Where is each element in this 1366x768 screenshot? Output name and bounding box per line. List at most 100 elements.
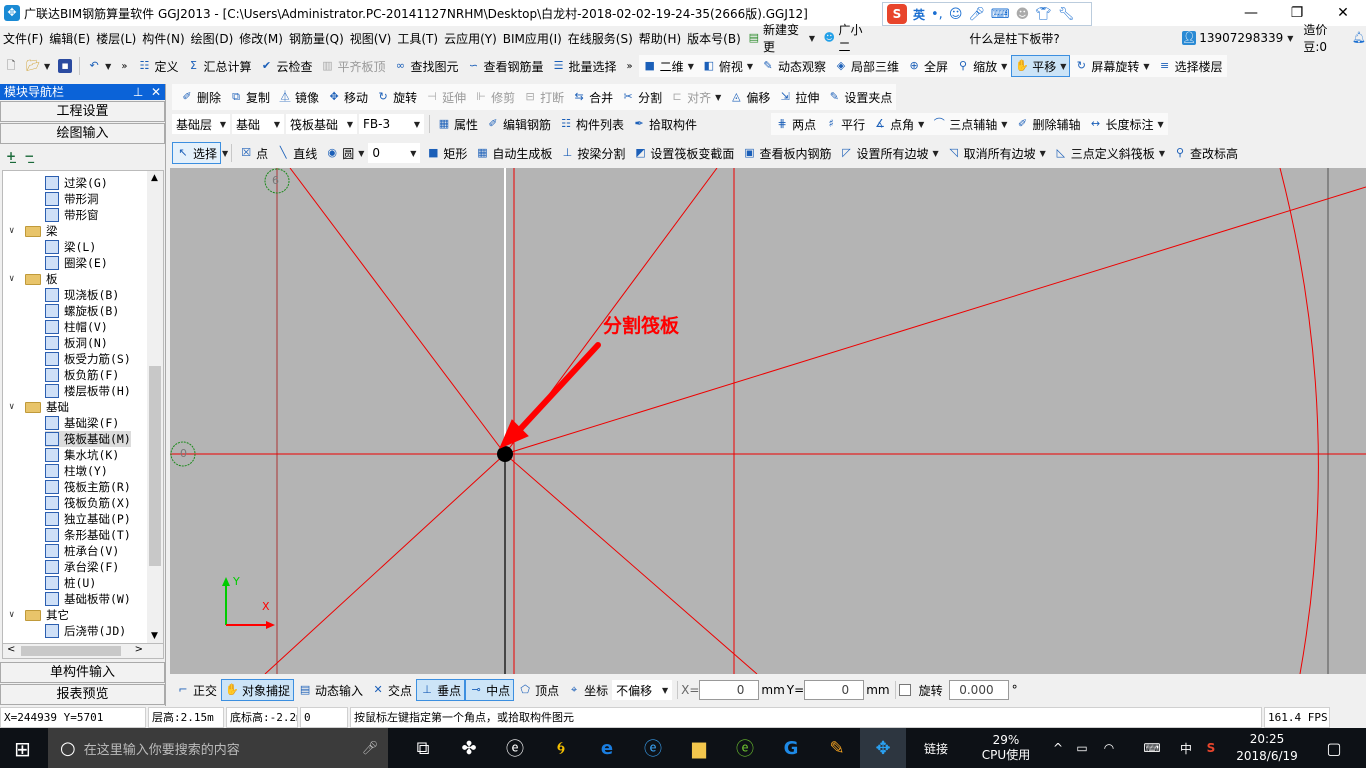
break-button[interactable]: ⊟ 打断 — [519, 86, 568, 108]
drawing-canvas[interactable]: 6 0 分割筏板 Y X — [170, 168, 1366, 674]
orbit-button[interactable]: ✎ 动态观察 — [757, 55, 830, 77]
tree-item[interactable]: 板洞(N) — [45, 335, 108, 351]
notes-app-icon[interactable]: ✎ — [814, 728, 860, 768]
minimize-button[interactable]: — — [1228, 0, 1274, 26]
tree-item[interactable]: 集水坑(K) — [45, 447, 119, 463]
keyboard-icon[interactable]: ⌨ — [991, 7, 1010, 22]
menu-item[interactable]: 在线服务(S) — [565, 30, 636, 47]
menu-item[interactable]: 楼层(L) — [93, 30, 139, 47]
task-view-icon[interactable]: ⧉ — [400, 728, 446, 768]
circle-button[interactable]: ◉ 圆 ▼ — [321, 142, 368, 164]
swirl-app-icon[interactable]: 🌀︎ — [538, 728, 584, 768]
report-preview-button[interactable]: 报表预览 — [0, 684, 165, 705]
copy-button[interactable]: ⧉ 复制 — [225, 86, 274, 108]
dropdown-arrow-icon[interactable]: ▼ — [747, 62, 753, 71]
tree-item[interactable]: 带形窗 — [45, 207, 99, 223]
ggj-app-icon[interactable]: ✥ — [860, 728, 906, 768]
tree-item[interactable]: 基础板带(W) — [45, 591, 131, 607]
tree-item[interactable]: 后浇带(JD) — [45, 623, 126, 639]
collapse-all-icon[interactable]: −̲ — [24, 149, 34, 163]
power-icon[interactable]: ▭ — [1070, 741, 1094, 755]
open-file-button[interactable]: 📂︎ ▼ — [22, 55, 54, 77]
cpu-usage[interactable]: 29% CPU使用 — [966, 733, 1046, 763]
binoculars-button[interactable]: ∞ 查找图元 — [390, 55, 463, 77]
tree-item[interactable]: 过梁(G) — [45, 175, 108, 191]
radius-select[interactable]: 0 ▼ — [368, 143, 421, 163]
align-top-button[interactable]: ▥ 平齐板顶 — [316, 55, 389, 77]
cloud-check-button[interactable]: ✔ 云检查 — [255, 55, 316, 77]
clock[interactable]: 20:25 2018/6/19 — [1224, 731, 1310, 765]
chevron-down-icon[interactable]: ∨ — [9, 226, 21, 236]
mirror-button[interactable]: ⏅ 镜像 — [274, 86, 323, 108]
menu-item[interactable]: 版本号(B) — [684, 30, 744, 47]
tree-item[interactable]: 圈梁(E) — [45, 255, 108, 271]
ie-browser-icon[interactable]: ⓔ — [492, 728, 538, 768]
delete-axis-button[interactable]: ✐ 删除辅轴 — [1011, 113, 1084, 135]
microphone-icon[interactable]: 🎤︎ — [362, 741, 379, 756]
edge-browser-icon[interactable]: e — [584, 728, 630, 768]
tree-item[interactable]: 现浇板(B) — [45, 287, 119, 303]
offset-button[interactable]: ◬ 偏移 — [725, 86, 774, 108]
new-change-button[interactable]: ▤ 新建变更 ▼ — [744, 23, 819, 54]
tree-item[interactable]: 螺旋板(B) — [45, 303, 119, 319]
glodon-icon[interactable]: G — [768, 728, 814, 768]
dimension-button[interactable]: ↔ 长度标注 ▼ — [1084, 113, 1167, 135]
tree-item[interactable]: 板受力筋(S) — [45, 351, 131, 367]
dropdown-arrow-icon[interactable]: ▼ — [1001, 62, 1007, 71]
punctuation-icon[interactable]: •, — [931, 7, 943, 22]
local-3d-button[interactable]: ◈ 局部三维 — [830, 55, 903, 77]
assistant-button[interactable]: ☻ 广小二 — [819, 23, 874, 54]
menu-item[interactable]: 修改(M) — [236, 30, 286, 47]
extend-button[interactable]: ⊣ 延伸 — [421, 86, 470, 108]
expand-all-icon[interactable]: +̲ — [6, 149, 16, 163]
y-offset-input[interactable]: 0 — [804, 680, 865, 700]
floor-select[interactable]: 基础层 ▼ — [172, 114, 230, 134]
dropdown-arrow-icon[interactable]: ▼ — [358, 149, 364, 158]
undo-button[interactable]: ↶ ▼ — [83, 55, 115, 77]
properties-button[interactable]: ▦ 属性 — [433, 113, 482, 135]
line-button[interactable]: ╲ 直线 — [272, 142, 321, 164]
save-button[interactable]: ▪ — [54, 55, 76, 77]
coordinate-button[interactable]: ⌖ 坐标 — [563, 679, 612, 701]
pick-button[interactable]: ✒ 拾取构件 — [628, 113, 701, 135]
tree-item[interactable]: 桩(U) — [45, 575, 96, 591]
dropdown-arrow-icon[interactable]: ▼ — [1001, 120, 1007, 129]
menu-item[interactable]: 绘图(D) — [188, 30, 237, 47]
dynamic-input-button[interactable]: ▤ 动态输入 — [294, 679, 367, 701]
batch-select-button[interactable]: ☰ 批量选择 — [548, 55, 621, 77]
three-point-axis-button[interactable]: ⌒ 三点辅轴 ▼ — [928, 113, 1011, 135]
rotate-input[interactable]: 0.000 — [948, 680, 1009, 700]
sigma-button[interactable]: Σ 汇总计算 — [182, 55, 255, 77]
tree-item[interactable]: 筏板主筋(R) — [45, 479, 131, 495]
midpoint-button[interactable]: ⊸ 中点 — [465, 679, 515, 701]
dropdown-arrow-icon[interactable]: ▼ — [918, 120, 924, 129]
stretch-button[interactable]: ⇲ 拉伸 — [774, 86, 823, 108]
tree-item[interactable]: 筏板负筋(X) — [45, 495, 131, 511]
three-point-slab-button[interactable]: ◺ 三点定义斜筏板 ▼ — [1050, 142, 1169, 164]
tree-item[interactable]: 楼层板带(H) — [45, 383, 131, 399]
skin-icon[interactable]: 👕︎ — [1035, 7, 1052, 22]
tree-item[interactable]: 带形洞 — [45, 191, 99, 207]
dropdown-arrow-icon[interactable]: ▼ — [715, 93, 721, 102]
wrench-icon[interactable]: 🔧︎ — [1058, 7, 1075, 22]
menu-item[interactable]: 帮助(H) — [636, 30, 684, 47]
object-snap-button[interactable]: ✋ 对象捕捉 — [221, 679, 295, 701]
rotate-checkbox[interactable] — [898, 684, 911, 696]
tree-folder[interactable]: ∨ 板 — [9, 271, 58, 287]
project-settings-button[interactable]: 工程设置 — [0, 101, 165, 122]
select-floor-button[interactable]: ≡ 选择楼层 — [1154, 55, 1227, 77]
chevron-down-icon[interactable]: ∨ — [9, 402, 21, 412]
drawing-svg[interactable] — [170, 168, 1366, 674]
emoji-icon[interactable]: ☺ — [949, 7, 963, 22]
menu-item[interactable]: 编辑(E) — [46, 30, 93, 47]
tree-vertical-scrollbar[interactable]: ▲ ▼ — [147, 171, 163, 643]
single-component-input-button[interactable]: 单构件输入 — [0, 662, 165, 683]
tree-item[interactable]: 条形基础(T) — [45, 527, 131, 543]
2d-button[interactable]: ■ 二维 ▼ — [639, 55, 698, 77]
user-icon[interactable]: ☻ — [1016, 7, 1030, 22]
menu-item[interactable]: 构件(N) — [139, 30, 187, 47]
dropdown-arrow-icon[interactable]: ▼ — [1040, 149, 1046, 158]
intersection-button[interactable]: ✕ 交点 — [367, 679, 416, 701]
windows-start-icon[interactable]: ⊞ — [14, 737, 31, 761]
x-offset-input[interactable]: 0 — [699, 680, 760, 700]
